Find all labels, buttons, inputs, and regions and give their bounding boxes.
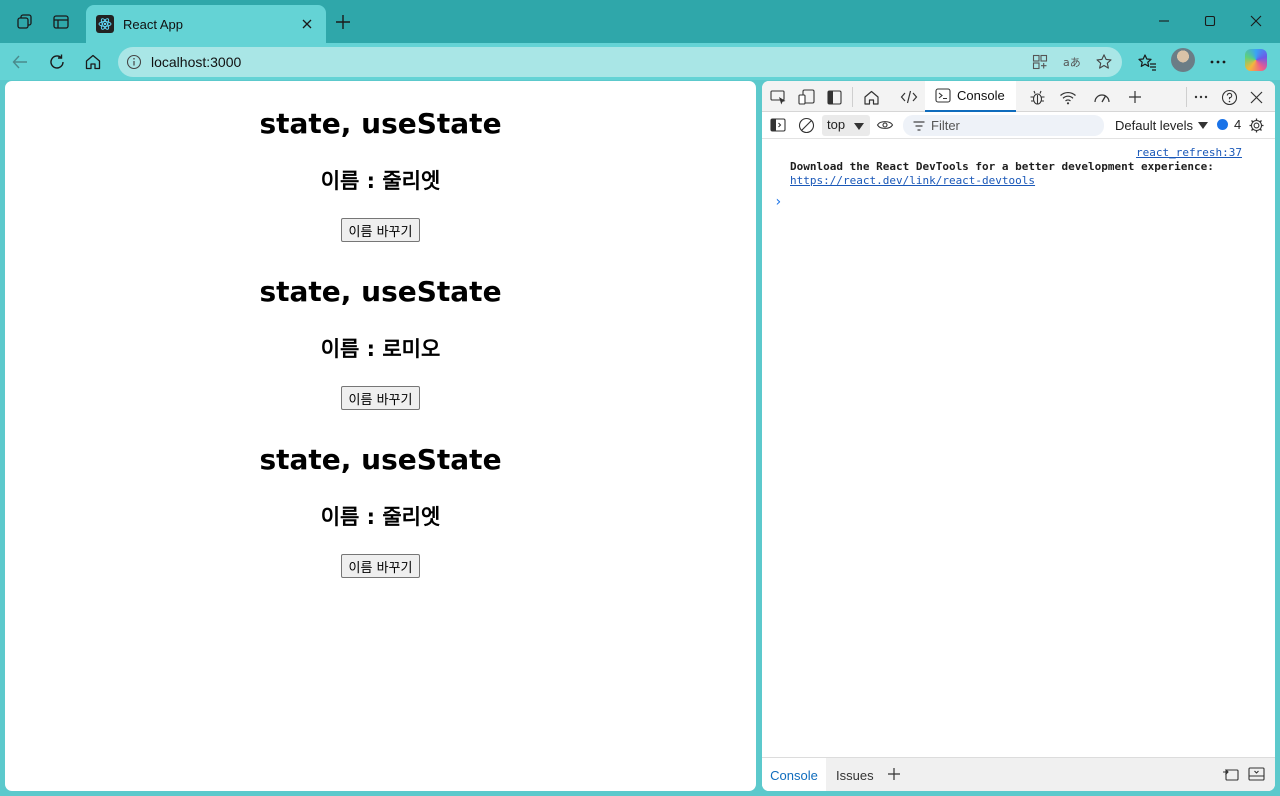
workspaces-icon[interactable] [11,8,39,36]
devtools-drawer: Console Issues [762,757,1275,791]
favorite-star-icon[interactable] [1094,52,1114,72]
elements-tab-icon[interactable] [899,87,919,107]
react-logo-icon [96,15,114,33]
copilot-icon[interactable] [1245,49,1267,71]
chevron-down-icon [854,123,864,130]
state-demo-block: state, useState 이름 : 로미오 이름 바꾸기 [5,276,756,410]
sidebar-toggle-icon[interactable] [768,115,788,135]
tab-actions-icon[interactable] [47,8,75,36]
refresh-icon[interactable] [42,47,72,77]
console-settings-gear-icon[interactable] [1246,115,1266,135]
change-name-button[interactable]: 이름 바꾸기 [340,554,421,578]
devtools-more-icon[interactable] [1191,87,1211,107]
app-available-icon[interactable] [1030,52,1050,72]
drawer-add-tab-icon[interactable] [884,764,904,784]
clear-console-icon[interactable] [796,115,816,135]
favorites-icon[interactable] [1132,47,1162,77]
close-devtools-icon[interactable] [1246,87,1266,107]
close-drawer-icon[interactable] [1246,764,1266,784]
console-filter-input[interactable]: Filter [903,115,1104,136]
undock-drawer-icon[interactable] [1220,764,1240,784]
context-select[interactable]: top [822,115,870,136]
log-levels-dropdown[interactable]: Default levels [1115,118,1209,133]
block-heading: state, useState [259,275,502,308]
react-devtools-link[interactable]: https://react.dev/link/react-devtools [790,174,1035,187]
state-demo-block: state, useState 이름 : 줄리엣 이름 바꾸기 [5,444,756,578]
console-prompt-chevron[interactable]: › [774,194,782,210]
browser-title-bar: React App [0,0,1280,43]
change-name-button[interactable]: 이름 바꾸기 [340,386,421,410]
help-icon[interactable] [1219,87,1239,107]
device-emulation-icon[interactable] [796,87,816,107]
message-count-badge[interactable]: 4 [1217,117,1241,132]
browser-toolbar: localhost:3000 aあ [0,43,1280,80]
drawer-tab-console[interactable]: Console [762,758,826,791]
profile-avatar[interactable] [1171,48,1195,72]
network-wifi-icon[interactable] [1058,87,1078,107]
log-levels-label: Default levels [1115,118,1194,133]
change-name-button[interactable]: 이름 바꾸기 [340,218,421,242]
name-display: 이름 : 로미오 [320,337,441,361]
filter-icon [913,121,925,131]
console-toolbar: top Filter Default levels 4 [762,112,1275,139]
home-icon[interactable] [78,47,108,77]
maximize-icon[interactable] [1187,6,1233,36]
chevron-down-icon [1198,122,1209,129]
address-bar[interactable]: localhost:3000 aあ [118,47,1122,77]
filter-placeholder: Filter [931,118,960,133]
console-output: react_refresh:37 Download the React DevT… [762,139,1275,757]
new-tab-icon[interactable] [329,8,357,36]
message-bubble-icon [1217,119,1228,130]
console-message: Download the React DevTools for a better… [790,160,1214,173]
console-icon [935,88,951,103]
name-display: 이름 : 줄리엣 [320,505,441,529]
close-window-icon[interactable] [1233,6,1279,36]
devtools-tab-strip: Console [762,81,1275,112]
console-tab-label: Console [957,88,1005,103]
page-viewport: state, useState 이름 : 줄리엣 이름 바꾸기 state, u… [5,81,756,791]
state-demo-block: state, useState 이름 : 줄리엣 이름 바꾸기 [5,108,756,242]
name-display: 이름 : 줄리엣 [320,169,441,193]
toolbar-divider [852,87,853,107]
dock-side-icon[interactable] [824,87,844,107]
welcome-home-icon[interactable] [861,87,881,107]
block-heading: state, useState [259,107,502,140]
block-heading: state, useState [259,443,502,476]
more-tools-plus-icon[interactable] [1125,87,1145,107]
svg-text:aあ: aあ [1063,56,1081,69]
read-aloud-translate-icon[interactable]: aあ [1062,52,1082,72]
context-value: top [827,117,846,132]
tab-title: React App [123,16,183,32]
inspect-element-icon[interactable] [768,87,788,107]
live-expression-eye-icon[interactable] [875,115,895,135]
close-tab-icon[interactable] [298,15,316,33]
more-menu-icon[interactable] [1203,47,1233,77]
performance-gauge-icon[interactable] [1092,87,1112,107]
drawer-tab-issues[interactable]: Issues [836,758,874,791]
url-text[interactable]: localhost:3000 [151,54,241,70]
tab-console[interactable]: Console [925,81,1016,112]
back-arrow-icon[interactable] [5,47,35,77]
minimize-icon[interactable] [1141,6,1187,36]
react-app-root: state, useState 이름 : 줄리엣 이름 바꾸기 state, u… [5,108,756,578]
toolbar-divider [1186,87,1187,107]
message-count: 4 [1234,117,1242,132]
devtools-panel: Console top Filter Default levels 4 reac… [762,81,1275,791]
sources-bug-icon[interactable] [1027,87,1047,107]
browser-tab[interactable]: React App [86,5,326,43]
console-source-link[interactable]: react_refresh:37 [1136,146,1242,159]
site-info-icon[interactable] [126,54,142,70]
